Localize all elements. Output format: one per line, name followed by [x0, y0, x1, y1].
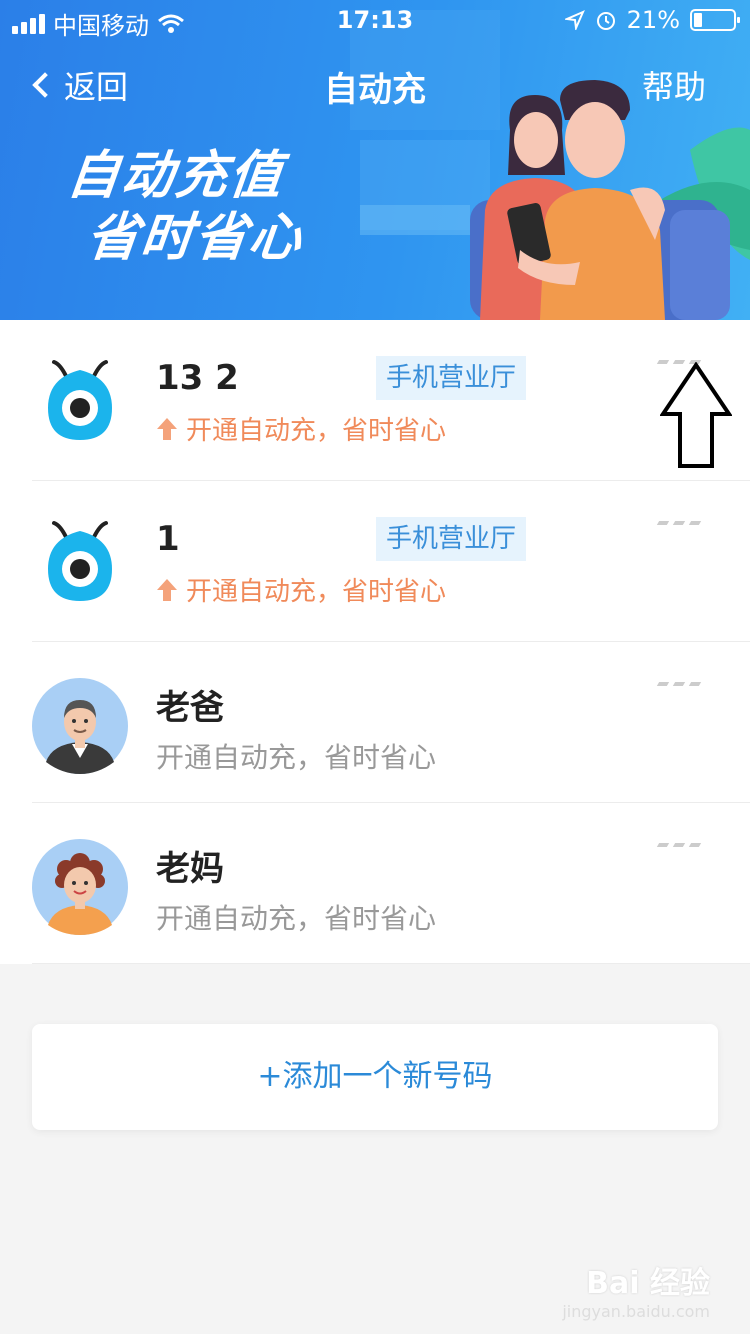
promo-text: 开通自动充，省时省心	[186, 416, 447, 446]
watermark-logo: Bai 经验	[586, 1266, 710, 1301]
list-item[interactable]: 老爸 开通自动充，省时省心	[0, 642, 750, 803]
arrow-up-icon	[157, 578, 177, 601]
source-tag: 手机营业厅	[376, 517, 527, 561]
list-item[interactable]: 老妈 开通自动充，省时省心	[0, 803, 750, 964]
header-banner: 中国移动 17:13 21% 返回 自动充 帮助 自动充值 省时省心	[0, 0, 750, 320]
list-item[interactable]: 13 2 手机营业厅 开通自动充，省时省心	[0, 320, 750, 481]
phone-number: 13 2	[156, 358, 239, 398]
promo-text: 开通自动充，省时省心	[186, 577, 447, 607]
more-icon[interactable]	[656, 521, 702, 525]
account-list: 13 2 手机营业厅 开通自动充，省时省心 1 手机营业厅 开通自动充，省时省心…	[0, 320, 750, 964]
more-icon[interactable]	[656, 682, 702, 686]
slogan-line-1: 自动充值	[64, 146, 287, 206]
banner-slogan: 自动充值 省时省心	[57, 145, 312, 269]
page-title: 自动充	[324, 70, 426, 110]
more-icon[interactable]	[656, 843, 702, 847]
status-bar: 中国移动 17:13 21%	[0, 0, 750, 40]
battery-icon	[690, 9, 740, 31]
couple-illustration	[350, 10, 750, 320]
phone-number: 1	[156, 519, 180, 559]
battery-percent: 21%	[626, 6, 680, 34]
help-button[interactable]: 帮助	[642, 62, 706, 108]
location-icon	[564, 10, 585, 30]
watermark: Bai 经验 jingyan.baidu.com	[562, 1258, 710, 1321]
arrow-up-icon	[157, 417, 177, 440]
dad-avatar-icon	[32, 678, 128, 774]
contact-subtitle: 开通自动充，省时省心	[156, 741, 437, 774]
source-tag: 手机营业厅	[376, 356, 527, 400]
promo-line: 开通自动充，省时省心	[156, 571, 446, 608]
slogan-line-2: 省时省心	[83, 208, 306, 268]
nav-bar: 返回 自动充 帮助	[0, 56, 750, 112]
promo-line: 开通自动充，省时省心	[156, 410, 446, 447]
app-mascot-icon	[48, 360, 112, 440]
add-number-button[interactable]: +添加一个新号码	[32, 1024, 718, 1130]
arrow-up-icon	[660, 362, 732, 468]
contact-name: 老妈	[156, 849, 224, 889]
contact-subtitle: 开通自动充，省时省心	[156, 902, 437, 935]
mom-avatar-icon	[32, 839, 128, 935]
app-mascot-icon	[48, 521, 112, 601]
alarm-icon	[596, 12, 615, 30]
watermark-url: jingyan.baidu.com	[562, 1302, 710, 1321]
contact-name: 老爸	[156, 688, 224, 728]
list-item[interactable]: 1 手机营业厅 开通自动充，省时省心	[0, 481, 750, 642]
